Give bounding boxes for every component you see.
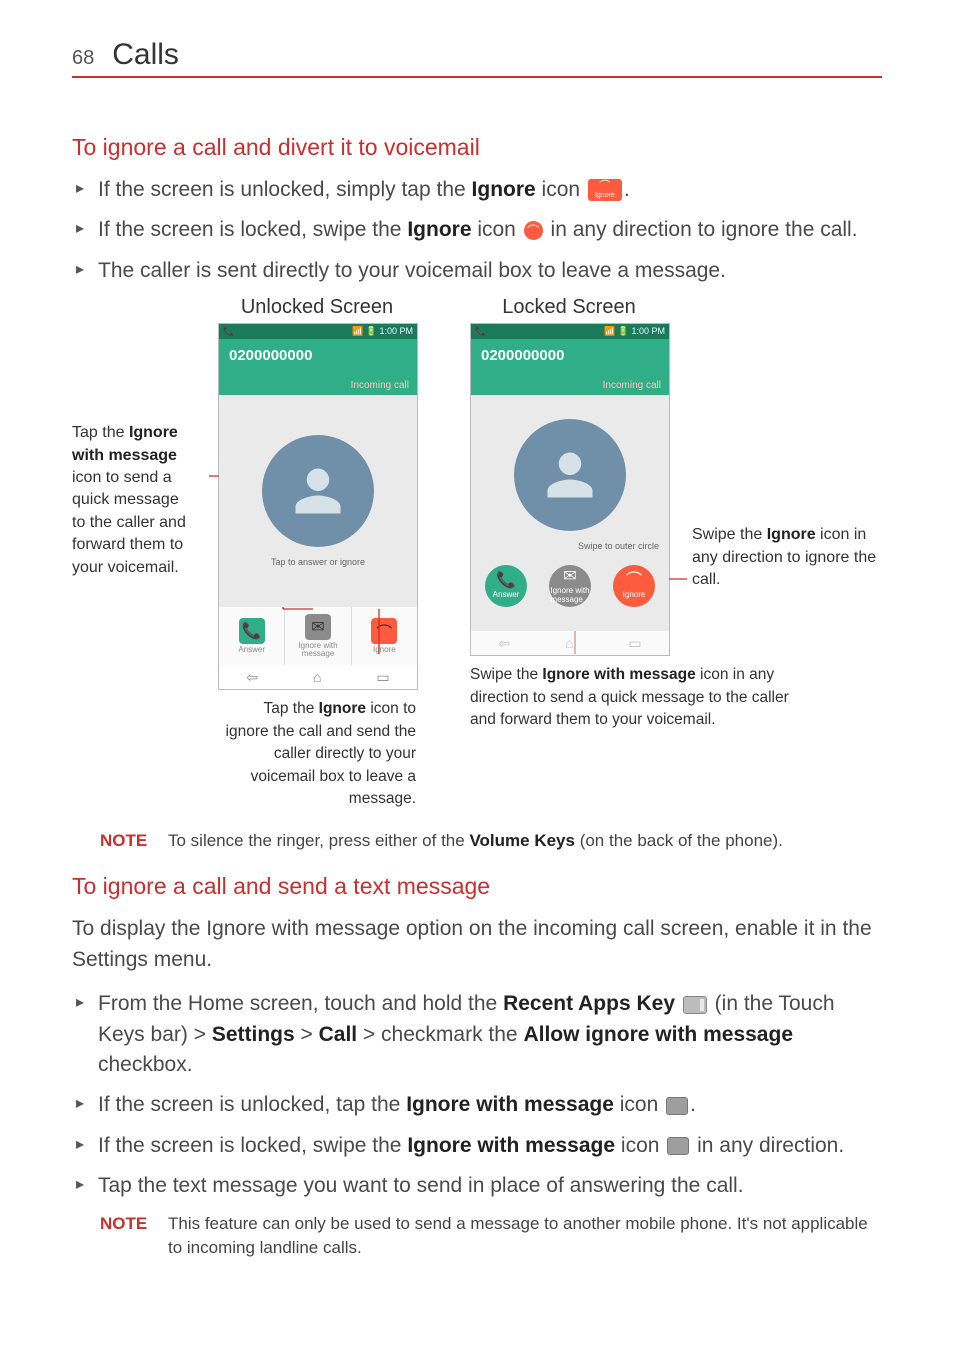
message-icon: ✉ <box>305 614 331 640</box>
call-body-locked: Swipe to outer circle 📞Answer ✉Ignore wi… <box>471 395 669 631</box>
answer-button[interactable]: 📞 Answer <box>219 607 284 665</box>
note-label: NOTE <box>100 1212 154 1261</box>
incoming-call-header: 0200000000 Incoming call <box>219 339 417 395</box>
android-navbar-disabled: ⇦ ⌂ ▭ <box>471 631 669 655</box>
section-ignore-text-title: To ignore a call and send a text message <box>72 873 882 900</box>
caller-avatar <box>262 435 374 547</box>
figure-locked-title: Locked Screen <box>470 296 668 319</box>
callout-ignore-with-message-tap: Tap the Ignore with message icon to send… <box>72 296 194 579</box>
figure-locked: Locked Screen 📞 📶 🔋 1:00 PM 0200000000 I… <box>470 296 668 731</box>
back-icon: ⇦ <box>498 635 510 652</box>
ignore-circle-icon: ⌒ <box>524 221 543 240</box>
unlocked-hint: Tap to answer or ignore <box>271 557 365 567</box>
incoming-call-label: Incoming call <box>603 380 661 391</box>
android-navbar: ⇦ ⌂ ▭ <box>219 665 417 689</box>
locked-hint: Swipe to outer circle <box>578 541 669 551</box>
section2-intro: To display the Ignore with message optio… <box>72 914 882 975</box>
recent-icon: ▭ <box>628 635 641 652</box>
phone-icon: 📞 <box>475 326 486 337</box>
phone-answer-icon: 📞 <box>496 573 516 589</box>
ignore-with-message-circle[interactable]: ✉Ignore withmessage <box>549 565 591 607</box>
page-number: 68 <box>72 47 94 70</box>
message-box-icon <box>666 1097 688 1115</box>
figures-row: Tap the Ignore with message icon to send… <box>72 296 882 810</box>
note-silence-ringer: NOTE To silence the ringer, press either… <box>100 829 882 854</box>
figure-unlocked-title: Unlocked Screen <box>218 296 416 319</box>
message-box-icon <box>667 1137 689 1155</box>
person-icon <box>291 464 345 518</box>
incoming-call-label: Incoming call <box>351 380 409 391</box>
signal-icon: 📶 🔋 <box>352 326 379 336</box>
phone-locked: 📞 📶 🔋 1:00 PM 0200000000 Incoming call S… <box>470 323 670 656</box>
recent-icon[interactable]: ▭ <box>376 669 389 686</box>
status-bar: 📞 📶 🔋 1:00 PM <box>219 324 417 339</box>
callout-swipe-ignore: Swipe the Ignore icon in any direction t… <box>692 296 882 591</box>
calling-number: 0200000000 <box>229 347 407 364</box>
page-header: 68 Calls <box>72 38 882 78</box>
bullet-caller-to-voicemail: The caller is sent directly to your voic… <box>72 256 882 286</box>
bullet-unlocked-tap-ignore-msg: If the screen is unlocked, tap the Ignor… <box>72 1090 882 1120</box>
note-mobile-only: NOTE This feature can only be used to se… <box>100 1212 882 1261</box>
bullet-locked-swipe-ignore-msg: If the screen is locked, swipe the Ignor… <box>72 1131 882 1161</box>
calling-number: 0200000000 <box>481 347 659 364</box>
phone-unlocked: 📞 📶 🔋 1:00 PM 0200000000 Incoming call T… <box>218 323 418 690</box>
section1-bullets: If the screen is unlocked, simply tap th… <box>72 175 882 286</box>
hangup-icon: ⌒ <box>626 573 642 589</box>
callout-tap-ignore: Tap the Ignore icon to ignore the call a… <box>218 698 416 810</box>
person-icon <box>543 448 597 502</box>
caller-avatar <box>514 419 626 531</box>
back-icon[interactable]: ⇦ <box>246 669 258 686</box>
status-bar: 📞 📶 🔋 1:00 PM <box>471 324 669 339</box>
figure-unlocked: Unlocked Screen 📞 📶 🔋 1:00 PM 0200000000… <box>218 296 416 810</box>
chapter-title: Calls <box>112 38 179 72</box>
status-time: 1:00 PM <box>631 326 665 336</box>
ignore-button[interactable]: ⌒ Ignore <box>351 607 417 665</box>
recent-apps-icon <box>683 996 707 1014</box>
incoming-call-header: 0200000000 Incoming call <box>471 339 669 395</box>
ignore-circle[interactable]: ⌒Ignore <box>613 565 655 607</box>
answer-circle[interactable]: 📞Answer <box>485 565 527 607</box>
callout-swipe-ignore-msg: Swipe the Ignore with message icon in an… <box>470 664 790 731</box>
home-icon: ⌂ <box>565 635 573 651</box>
phone-answer-icon: 📞 <box>239 618 265 644</box>
status-time: 1:00 PM <box>379 326 413 336</box>
message-icon: ✉ <box>563 569 576 585</box>
hangup-icon: ⌒ <box>371 618 397 644</box>
home-icon[interactable]: ⌂ <box>313 669 321 685</box>
ignore-with-message-button[interactable]: ✉ Ignore withmessage <box>284 607 350 665</box>
bullet-enable-setting: From the Home screen, touch and hold the… <box>72 989 882 1080</box>
bullet-locked-swipe-ignore: If the screen is locked, swipe the Ignor… <box>72 215 882 245</box>
section2-bullets: From the Home screen, touch and hold the… <box>72 989 882 1202</box>
bullet-tap-text-message: Tap the text message you want to send in… <box>72 1171 882 1201</box>
bullet-unlocked-tap-ignore: If the screen is unlocked, simply tap th… <box>72 175 882 205</box>
section-ignore-voicemail-title: To ignore a call and divert it to voicem… <box>72 134 882 161</box>
phone-icon: 📞 <box>223 326 234 337</box>
note-label: NOTE <box>100 829 154 854</box>
call-body-unlocked: Tap to answer or ignore <box>219 395 417 607</box>
unlocked-action-bar: 📞 Answer ✉ Ignore withmessage ⌒ Ignore <box>219 607 417 665</box>
ignore-icon: ⌒Ignore <box>588 179 622 201</box>
signal-icon: 📶 🔋 <box>604 326 631 336</box>
